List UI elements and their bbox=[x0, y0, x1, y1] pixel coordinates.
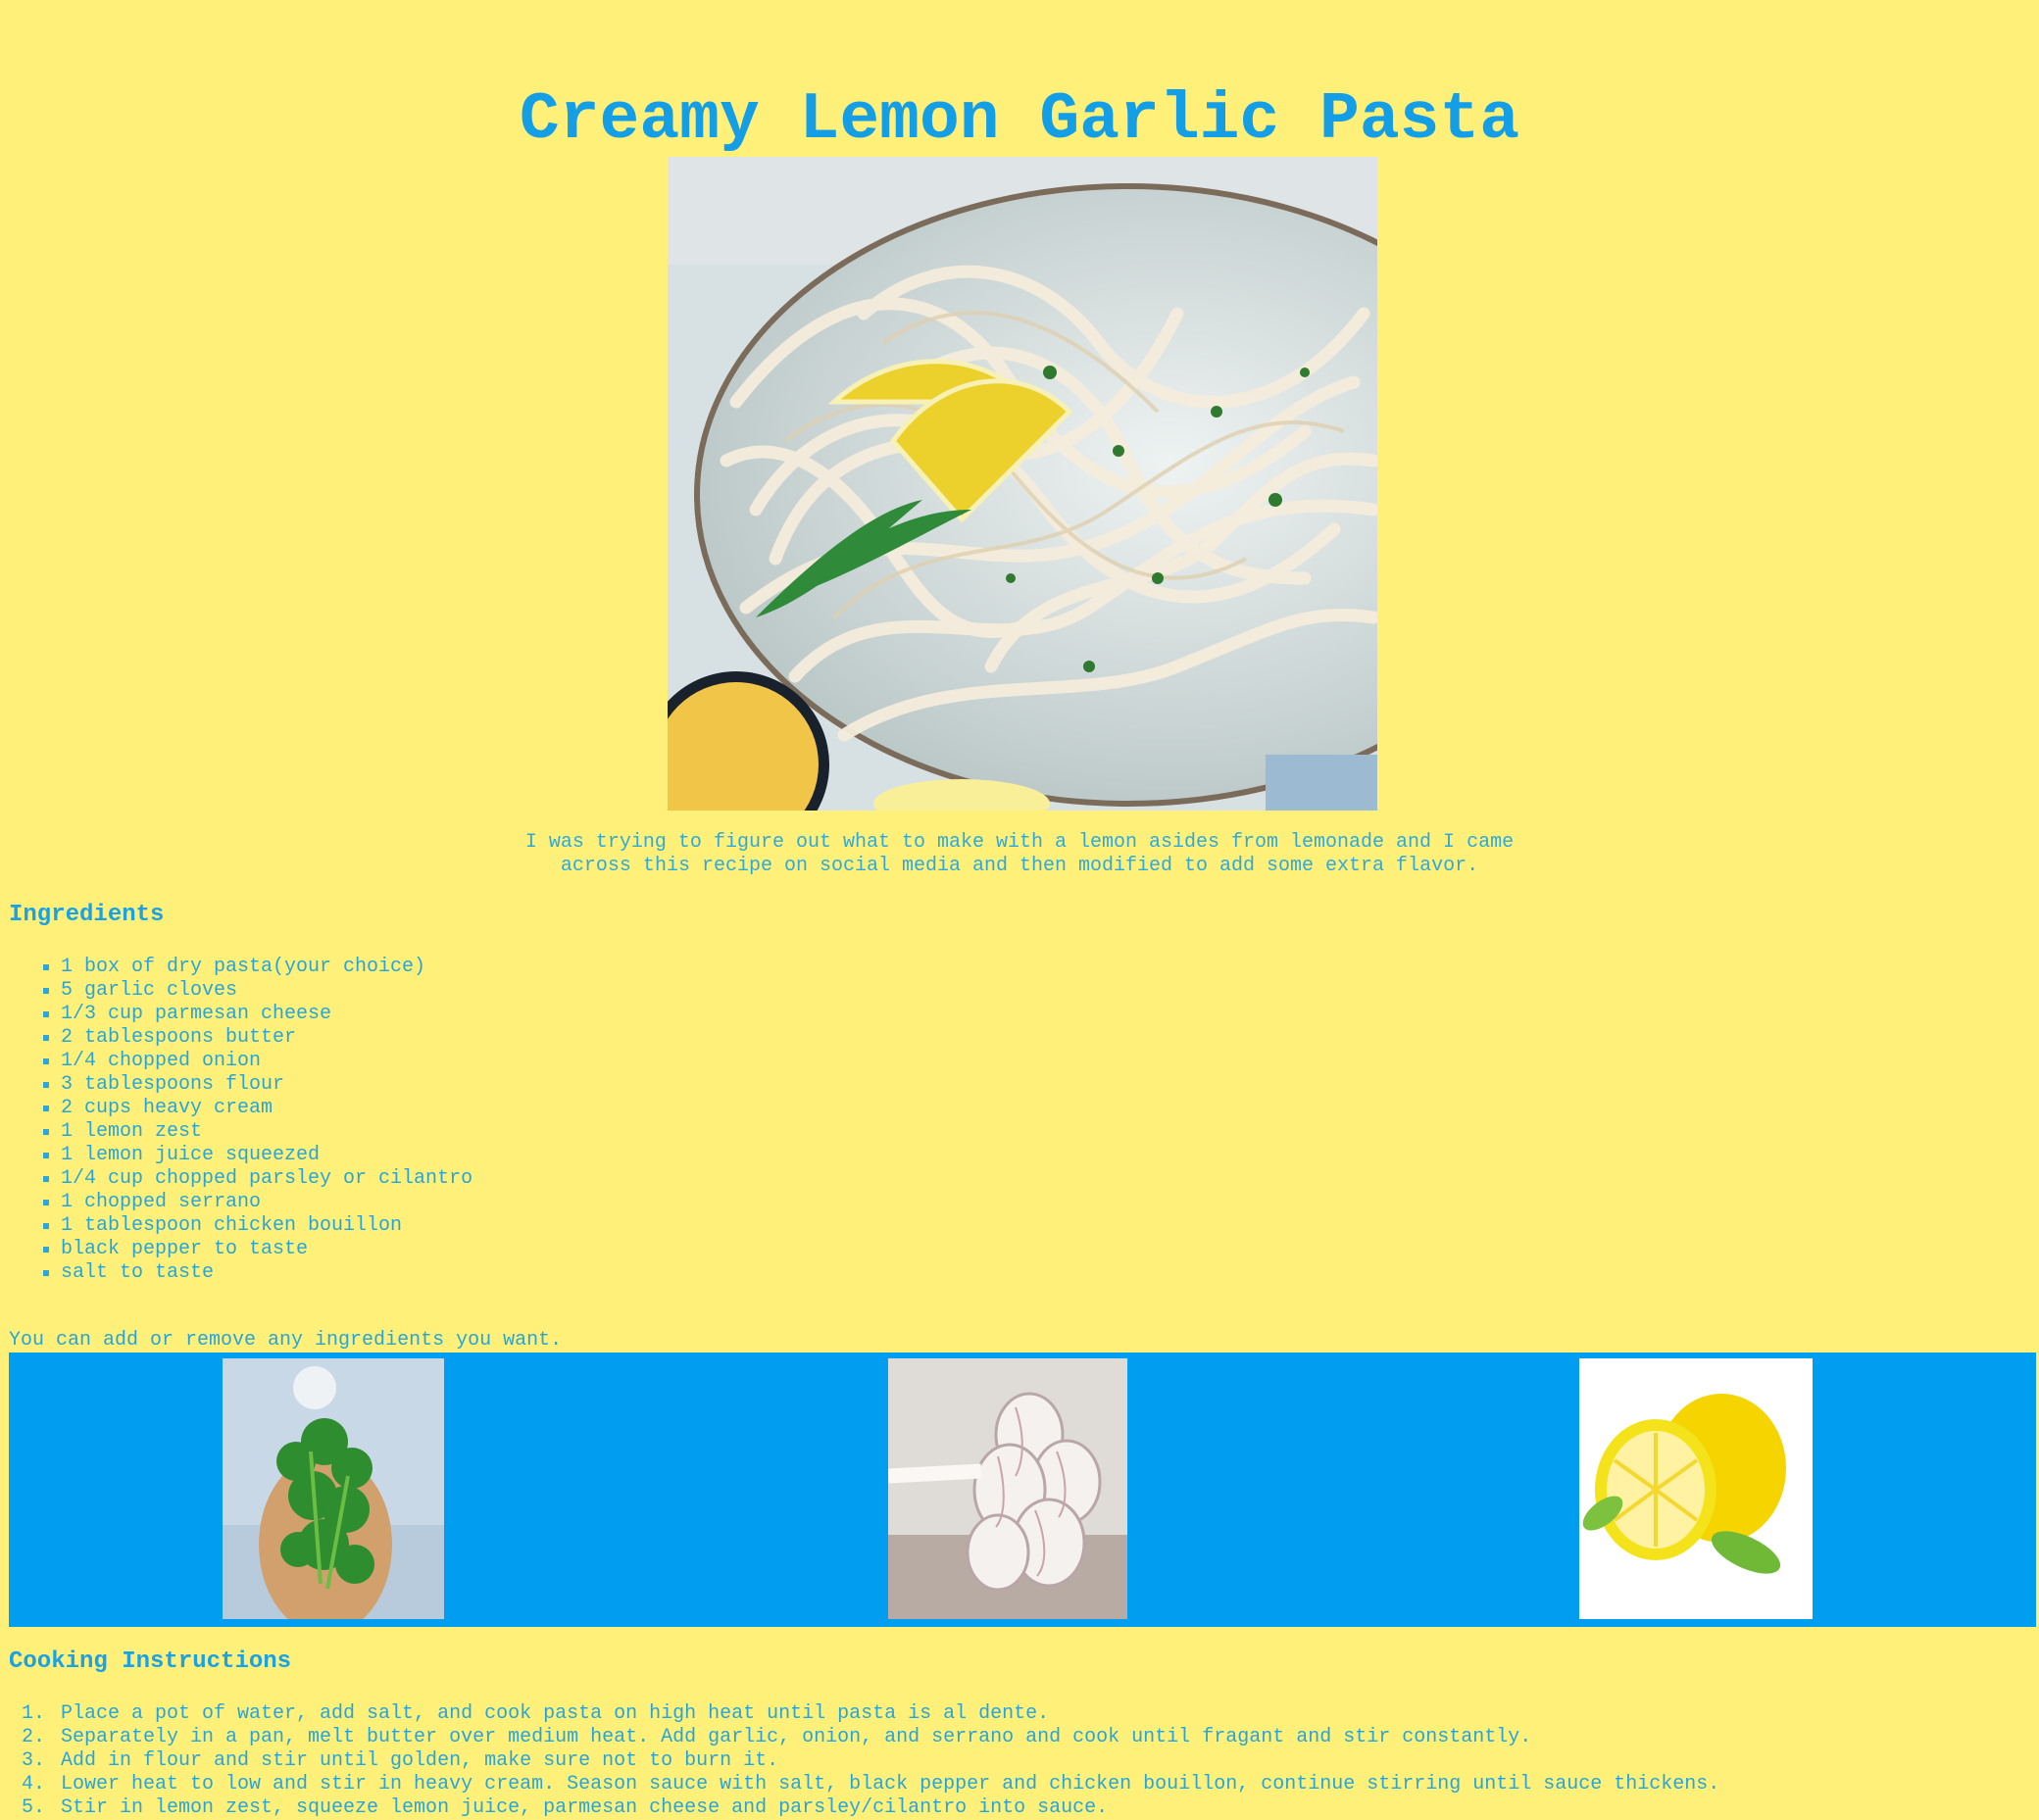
ingredients-note: You can add or remove any ingredients yo… bbox=[9, 1329, 563, 1352]
instruction-step: 4. Lower heat to low and stir in heavy cr… bbox=[22, 1773, 1719, 1796]
pasta-photo bbox=[668, 157, 1377, 811]
ingredient-item: 1/4 cup chopped parsley or cilantro bbox=[33, 1167, 472, 1191]
step-number: 1. bbox=[22, 1702, 46, 1725]
ingredient-item: 1 lemon zest bbox=[33, 1120, 472, 1144]
lemon-photo bbox=[1579, 1358, 1813, 1619]
step-number: 2. bbox=[22, 1726, 46, 1748]
instructions-heading: Cooking Instructions bbox=[9, 1648, 292, 1675]
instruction-step: 2. Separately in a pan, melt butter over … bbox=[22, 1726, 1719, 1749]
ingredient-list: 1 box of dry pasta(your choice) 5 garlic… bbox=[33, 956, 472, 1285]
step-number: 4. bbox=[22, 1773, 46, 1795]
ingredient-item: 3 tablespoons flour bbox=[33, 1073, 472, 1097]
ingredient-gallery bbox=[9, 1353, 2036, 1627]
step-text: Place a pot of water, add salt, and cook… bbox=[61, 1702, 1050, 1725]
parsley-photo bbox=[223, 1358, 444, 1619]
instruction-step: 3. Add in flour and stir until golden, ma… bbox=[22, 1749, 1719, 1773]
step-number: 5. bbox=[22, 1796, 46, 1819]
ingredient-item: 1/4 chopped onion bbox=[33, 1050, 472, 1073]
step-text: Lower heat to low and stir in heavy crea… bbox=[61, 1773, 1720, 1795]
ingredient-item: 5 garlic cloves bbox=[33, 979, 472, 1003]
intro-text: I was trying to figure out what to make … bbox=[524, 831, 1515, 877]
ingredient-item: 1 tablespoon chicken bouillon bbox=[33, 1214, 472, 1238]
ingredient-item: 1 lemon juice squeezed bbox=[33, 1144, 472, 1167]
ingredient-item: 2 cups heavy cream bbox=[33, 1097, 472, 1120]
page-title: Creamy Lemon Garlic Pasta bbox=[519, 81, 1520, 158]
instruction-list: 1. Place a pot of water, add salt, and co… bbox=[22, 1702, 1719, 1820]
ingredient-item: 1 chopped serrano bbox=[33, 1191, 472, 1214]
step-text: Stir in lemon zest, squeeze lemon juice,… bbox=[61, 1796, 1109, 1819]
ingredients-heading: Ingredients bbox=[9, 902, 165, 928]
ingredient-item: 2 tablespoons butter bbox=[33, 1026, 472, 1050]
instruction-step: 5. Stir in lemon zest, squeeze lemon juic… bbox=[22, 1796, 1719, 1820]
garlic-photo bbox=[888, 1358, 1127, 1619]
ingredient-item: 1 box of dry pasta(your choice) bbox=[33, 956, 472, 979]
ingredient-item: black pepper to taste bbox=[33, 1238, 472, 1261]
step-number: 3. bbox=[22, 1749, 46, 1772]
instruction-step: 1. Place a pot of water, add salt, and co… bbox=[22, 1702, 1719, 1726]
step-text: Separately in a pan, melt butter over me… bbox=[61, 1726, 1532, 1748]
ingredient-item: salt to taste bbox=[33, 1261, 472, 1285]
step-text: Add in flour and stir until golden, make… bbox=[61, 1749, 779, 1772]
ingredient-item: 1/3 cup parmesan cheese bbox=[33, 1003, 472, 1026]
